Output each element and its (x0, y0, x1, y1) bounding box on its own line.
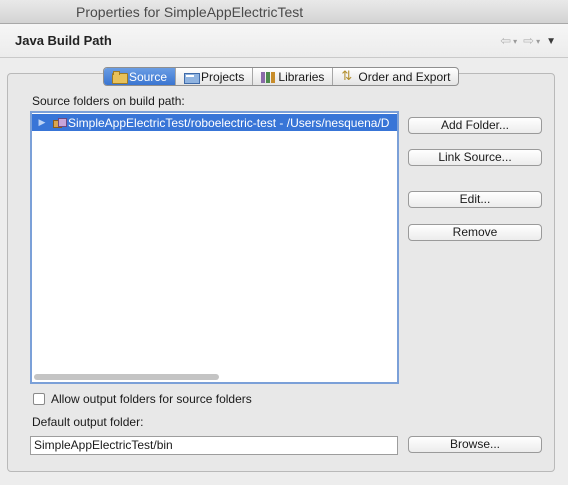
allow-output-folders-label[interactable]: Allow output folders for source folders (51, 392, 252, 406)
back-history-chevron-icon[interactable]: ▾ (513, 37, 517, 46)
page-title: Java Build Path (15, 33, 112, 48)
window-title: Properties for SimpleAppElectricTest (76, 4, 304, 20)
tab-libraries-label: Libraries (278, 69, 325, 84)
page-header: Java Build Path ⇦ ▾ ⇨ ▾ ▼ (0, 24, 568, 58)
forward-arrow-icon[interactable]: ⇨ (523, 33, 534, 49)
default-output-folder-field[interactable]: SimpleAppElectricTest/bin (30, 436, 398, 455)
source-folder-icon (112, 70, 128, 84)
expand-arrow-icon[interactable]: ▶ (32, 117, 52, 128)
tab-projects-label: Projects (201, 69, 245, 84)
default-output-folder-label: Default output folder: (32, 415, 144, 429)
tab-source-label: Source (129, 69, 168, 84)
source-folders-label: Source folders on build path: (32, 94, 185, 108)
tree-row[interactable]: ▶ SimpleAppElectricTest/roboelectric-tes… (32, 114, 397, 131)
view-menu-icon[interactable]: ▼ (546, 36, 556, 47)
back-arrow-icon[interactable]: ⇦ (500, 33, 511, 49)
source-folder-package-icon (52, 117, 67, 129)
build-path-tabs: Source Projects Libraries Order and Expo… (103, 67, 460, 86)
tab-order-export[interactable]: Order and Export (333, 68, 458, 85)
forward-history-chevron-icon[interactable]: ▾ (536, 37, 540, 46)
edit-button[interactable]: Edit... (408, 191, 542, 208)
tab-order-export-label: Order and Export (358, 69, 451, 84)
browse-button[interactable]: Browse... (408, 436, 542, 453)
horizontal-scrollbar[interactable] (34, 374, 219, 380)
allow-output-folders-row: Allow output folders for source folders (33, 392, 252, 406)
tab-source[interactable]: Source (104, 68, 177, 85)
order-export-icon (341, 68, 355, 84)
add-folder-button[interactable]: Add Folder... (408, 117, 542, 134)
remove-button[interactable]: Remove (408, 224, 542, 241)
tab-projects[interactable]: Projects (176, 68, 254, 85)
allow-output-folders-checkbox[interactable] (33, 393, 45, 405)
history-navigation: ⇦ ▾ ⇨ ▾ ▼ (500, 33, 556, 49)
tree-row-label: SimpleAppElectricTest/roboelectric-test … (68, 115, 390, 130)
projects-icon (184, 71, 201, 84)
link-source-button[interactable]: Link Source... (408, 149, 542, 166)
source-folders-tree[interactable]: ▶ SimpleAppElectricTest/roboelectric-tes… (30, 111, 399, 384)
tab-libraries[interactable]: Libraries (253, 68, 334, 85)
window-titlebar: Properties for SimpleAppElectricTest (0, 0, 568, 24)
libraries-icon (261, 71, 275, 83)
